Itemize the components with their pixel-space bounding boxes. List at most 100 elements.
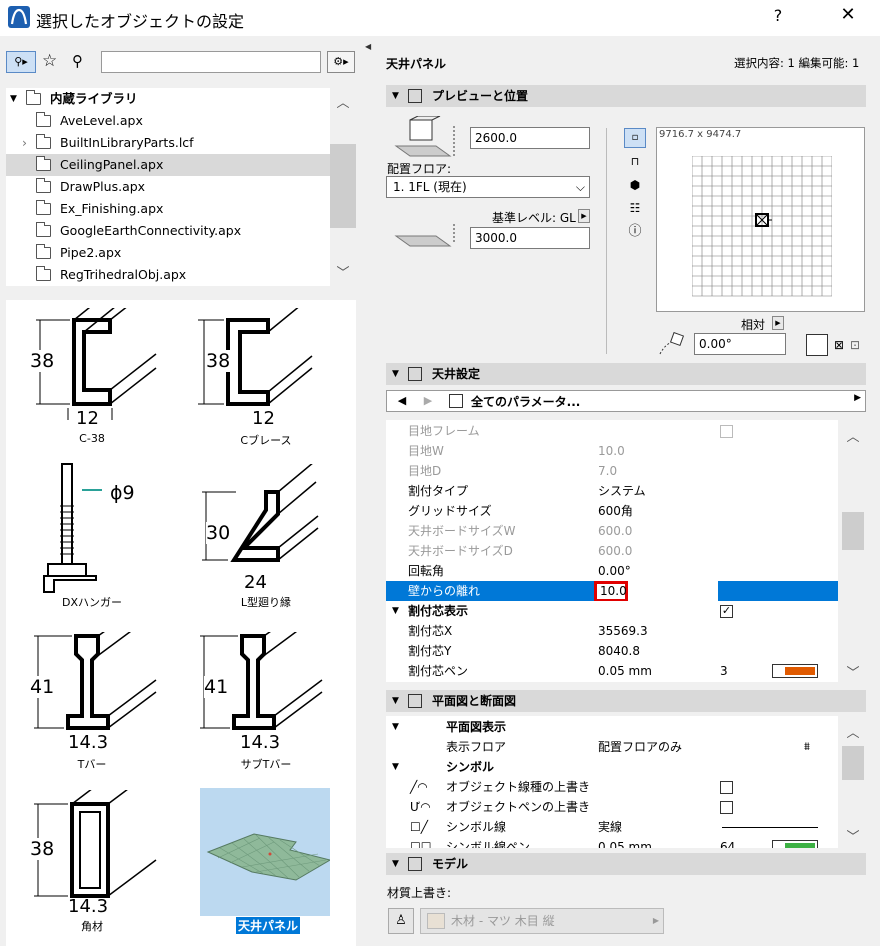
preview-3d-button[interactable]: ⬢ xyxy=(624,175,646,195)
param-row-selected[interactable]: 壁からの離れ 10.0 xyxy=(386,581,838,602)
tree-item[interactable]: DrawPlus.apx xyxy=(6,176,330,198)
mirror-none-button[interactable] xyxy=(806,334,828,356)
chevron-down-icon[interactable]: ▼ xyxy=(10,88,17,110)
ceiling-param-scrollbar[interactable]: ︿ ﹀ xyxy=(840,420,866,682)
chevron-down-icon[interactable]: ▼ xyxy=(392,85,399,107)
tree-item[interactable]: RegTrihedralObj.apx xyxy=(6,264,330,286)
param-row[interactable]: 目地D 7.0 xyxy=(386,461,838,481)
thumbnail-dx-hanger[interactable] xyxy=(36,460,146,596)
tree-item[interactable]: › BuiltInLibraryParts.lcf xyxy=(6,132,330,154)
plan-param-scrollbar[interactable]: ︿ ﹀ xyxy=(840,716,866,848)
preview-list-button[interactable]: ☷ xyxy=(624,198,646,218)
top-offset-input[interactable]: 2600.0 xyxy=(470,127,590,149)
favorites-star-icon[interactable]: ☆ xyxy=(42,51,62,73)
chevron-down-icon[interactable]: ▼ xyxy=(392,690,399,712)
scroll-down-arrow[interactable]: ﹀ xyxy=(843,826,863,845)
param-row[interactable]: 目地フレーム xyxy=(386,421,838,441)
param-group-row[interactable]: ▼ 平面図表示 xyxy=(386,717,838,737)
floor-select[interactable]: 1. 1FL (現在) ⌵ xyxy=(386,176,590,198)
chevron-right-icon[interactable]: ▶ xyxy=(854,393,861,403)
checkbox-checked[interactable]: ✓ xyxy=(720,605,733,618)
param-row[interactable]: 回転角 0.00° xyxy=(386,561,838,581)
chevron-down-icon[interactable]: ▼ xyxy=(392,601,399,621)
thumbnail-ceiling-panel-selected[interactable] xyxy=(200,788,332,916)
section-ceiling-settings[interactable]: ▼ 天井設定 xyxy=(386,363,866,385)
section-plan-section[interactable]: ▼ 平面図と断面図 xyxy=(386,690,866,712)
scroll-thumb[interactable] xyxy=(842,746,864,780)
param-row[interactable]: ╱◠ オブジェクト線種の上書き xyxy=(386,777,838,797)
mirror-y-icon[interactable]: ⊡ xyxy=(850,338,860,352)
tree-item[interactable]: AveLevel.apx xyxy=(6,110,330,132)
chevron-down-icon[interactable]: ▼ xyxy=(392,757,399,777)
help-button[interactable]: ? xyxy=(764,6,792,30)
param-row[interactable]: ☐╱ シンボル線 実線 xyxy=(386,817,838,837)
section-preview-position[interactable]: ▼ プレビューと位置 xyxy=(386,85,866,107)
chevron-down-icon[interactable]: ▼ xyxy=(392,853,399,875)
search-icon[interactable]: ⚲ xyxy=(72,51,92,73)
library-settings-button[interactable]: ⚙▸ xyxy=(327,51,355,73)
scroll-up-arrow[interactable]: ︿ xyxy=(843,426,863,445)
section-model[interactable]: ▼ モデル xyxy=(386,853,866,875)
paint-bucket-button[interactable]: ♙ xyxy=(388,908,414,934)
panel-splitter[interactable]: ◀ xyxy=(364,36,372,946)
scroll-thumb[interactable] xyxy=(330,144,356,228)
tree-item[interactable]: Ex_Finishing.apx xyxy=(6,198,330,220)
param-row[interactable]: 割付芯X 35569.3 xyxy=(386,621,838,641)
tree-item-label: Pipe2.apx xyxy=(60,245,122,260)
checkbox[interactable] xyxy=(720,781,733,794)
param-row[interactable]: 天井ボードサイズD 600.0 xyxy=(386,541,838,561)
wall-offset-input[interactable]: 10.0 xyxy=(594,581,628,602)
param-group-row[interactable]: ▼ 割付芯表示 ✓ xyxy=(386,601,838,621)
tree-root[interactable]: ▼ 内蔵ライブラリ xyxy=(6,88,330,110)
tree-item[interactable]: GoogleEarthConnectivity.apx xyxy=(6,220,330,242)
next-param-button[interactable]: ▶ xyxy=(417,391,439,411)
checkbox[interactable] xyxy=(720,801,733,814)
ref-level-arrow-button[interactable]: ▶ xyxy=(578,209,590,223)
collapse-left-icon[interactable]: ◀ xyxy=(365,42,371,51)
checkbox[interactable] xyxy=(720,425,733,438)
param-row[interactable]: 割付芯Y 8040.8 xyxy=(386,641,838,661)
info-icon[interactable]: ⓘ xyxy=(624,222,646,242)
material-select[interactable]: 木材 - マツ 木目 縦 ▶ xyxy=(420,908,664,934)
tree-item-selected[interactable]: CeilingPanel.apx xyxy=(6,154,330,176)
pen-swatch[interactable] xyxy=(772,840,818,848)
param-row[interactable]: 割付芯ペン 0.05 mm 3 xyxy=(386,661,838,681)
scroll-thumb[interactable] xyxy=(842,512,864,550)
chevron-down-icon[interactable]: ▼ xyxy=(392,717,399,737)
scroll-down-arrow[interactable]: ﹀ xyxy=(843,662,863,681)
ceiling-settings-icon xyxy=(408,367,422,381)
chevron-right-icon[interactable]: › xyxy=(22,132,27,154)
preview-window[interactable]: 9716.7 x 9474.7 xyxy=(656,127,865,312)
preview-2d-button[interactable]: ▫ xyxy=(624,128,646,148)
prev-param-button[interactable]: ◀ xyxy=(391,391,413,411)
param-nav-label[interactable]: 全てのパラメータ... xyxy=(471,393,580,410)
param-row[interactable]: グリッドサイズ 600角 xyxy=(386,501,838,521)
tree-scrollbar[interactable]: ︿ ﹀ xyxy=(330,88,356,286)
param-value: 600角 xyxy=(598,504,633,518)
folder-icon xyxy=(35,112,51,127)
tree-item[interactable]: Pipe2.apx xyxy=(6,242,330,264)
pen-number: 64 xyxy=(720,840,736,848)
thumbnail-l-molding[interactable] xyxy=(196,464,336,576)
relative-arrow-button[interactable]: ▶ xyxy=(772,316,784,330)
pen-swatch[interactable] xyxy=(772,664,818,678)
param-row[interactable]: Ư◠ オブジェクトペンの上書き xyxy=(386,797,838,817)
scroll-up-arrow[interactable]: ︿ xyxy=(843,722,863,741)
preview-grid xyxy=(692,156,832,297)
angle-input[interactable]: 0.00° xyxy=(694,333,786,355)
scroll-up-arrow[interactable]: ︿ xyxy=(333,92,353,111)
close-button[interactable]: ✕ xyxy=(830,4,866,32)
param-row[interactable]: 天井ボードサイズW 600.0 xyxy=(386,521,838,541)
param-row[interactable]: ☐☐ シンボル線ペン 0.05 mm 64 xyxy=(386,837,838,848)
param-row[interactable]: 割付タイプ システム xyxy=(386,481,838,501)
param-group-row[interactable]: ▼ シンボル xyxy=(386,757,838,777)
param-row[interactable]: 表示フロア 配置フロアのみ ⩩ xyxy=(386,737,838,757)
param-row[interactable]: 目地W 10.0 xyxy=(386,441,838,461)
chevron-down-icon[interactable]: ▼ xyxy=(392,363,399,385)
mirror-x-icon[interactable]: ⊠ xyxy=(834,338,844,352)
scroll-down-arrow[interactable]: ﹀ xyxy=(333,262,353,281)
library-view-button[interactable]: ⚲▸ xyxy=(6,51,36,73)
preview-section-button[interactable]: ⊓ xyxy=(624,152,646,172)
ref-offset-input[interactable]: 3000.0 xyxy=(470,227,590,249)
library-search-input[interactable] xyxy=(101,51,321,73)
